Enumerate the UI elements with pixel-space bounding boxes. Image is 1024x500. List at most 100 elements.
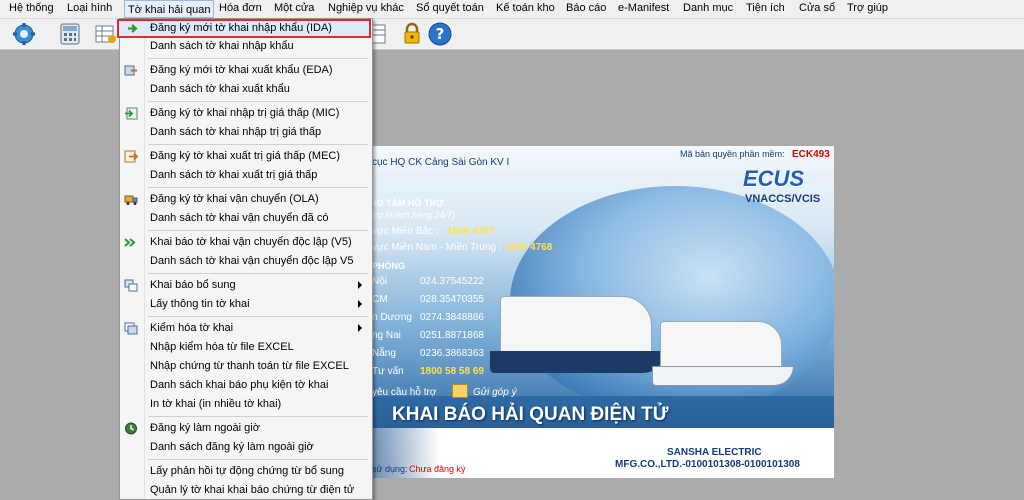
double-arrow-icon — [124, 236, 138, 249]
svg-text:?: ? — [436, 25, 445, 43]
separator — [148, 273, 368, 274]
menu-item-lay-thong-tin[interactable]: Lấy thông tin tờ khai — [120, 295, 372, 314]
separator — [148, 58, 368, 59]
license-code: ECK493 — [792, 149, 830, 160]
separator — [148, 144, 368, 145]
menu-item-v5[interactable]: Khai báo tờ khai vận chuyển độc lập (V5) — [120, 233, 372, 252]
company-name: SANSHA ELECTRIC — [667, 447, 762, 458]
calculator-icon[interactable] — [58, 22, 82, 46]
export-low-icon — [124, 150, 139, 163]
support-title: NG TÂM HỖ TRỢ — [370, 198, 444, 208]
menu-item-chung-tu-dien-tu[interactable]: Quản lý tờ khai khai báo chứng từ điện t… — [120, 481, 372, 500]
banner-title: KHAI BÁO HẢI QUAN ĐIỆN TỬ — [392, 404, 669, 425]
menu-item-phan-hoi-tu-dong[interactable]: Lấy phản hồi tự động chứng từ bổ sung — [120, 462, 372, 481]
splash-screen: cục HQ CK Cảng Sài Gòn KV I Mã bản quyền… — [340, 146, 834, 478]
ship-hull — [652, 366, 794, 386]
clock-icon — [124, 422, 138, 435]
menu-tien-ich[interactable]: Tiện ích — [746, 2, 785, 14]
menu-danh-muc[interactable]: Danh mục — [683, 2, 733, 14]
menu-cua-so[interactable]: Cửa sổ — [799, 2, 835, 14]
submenu-arrow-icon — [358, 281, 362, 289]
separator — [148, 416, 368, 417]
offices-title: PHÒNG — [372, 261, 406, 271]
menu-item-eda-list[interactable]: Danh sách tờ khai xuất khẩu — [120, 80, 372, 99]
menu-item-phu-kien[interactable]: Danh sách khai báo phụ kiện tờ khai — [120, 376, 372, 395]
menu-tro-giup[interactable]: Trợ giúp — [847, 2, 888, 14]
separator — [148, 101, 368, 102]
separator — [148, 230, 368, 231]
submenu-arrow-icon — [358, 300, 362, 308]
status-value: Chưa đăng ký — [409, 464, 466, 474]
company-tax-code: MFG.CO.,LTD.-0100101308-0100101308 — [615, 459, 800, 470]
menu-ke-toan-kho[interactable]: Kế toán kho — [496, 2, 555, 14]
menu-item-lam-ngoai-gio[interactable]: Đăng ký làm ngoài giờ — [120, 419, 372, 438]
cruise-ship-image — [660, 321, 782, 368]
status-label: sử dụng: — [372, 464, 408, 474]
menu-item-lam-ngoai-gio-list[interactable]: Danh sách đăng ký làm ngoài giờ — [120, 438, 372, 457]
inspect-icon — [124, 322, 138, 335]
request-support-link[interactable]: yêu cầu hỗ trợ — [372, 387, 436, 398]
north-phone: 1900 4767 — [447, 226, 495, 237]
menu-item-mec-list[interactable]: Danh sách tờ khai xuất trị giá thấp — [120, 166, 372, 185]
north-label: vực Miền Bắc : — [372, 226, 439, 237]
office-name: Nội — [372, 276, 388, 287]
office-phone: 024.37545222 — [420, 276, 484, 287]
separator — [148, 459, 368, 460]
separator — [148, 187, 368, 188]
south-phone: 1900 4768 — [505, 242, 553, 253]
lock-icon[interactable] — [400, 22, 424, 46]
menu-hoa-don[interactable]: Hóa đơn — [219, 2, 262, 14]
supplement-icon — [124, 279, 138, 292]
menu-item-ola-list[interactable]: Danh sách tờ khai vận chuyển đã có — [120, 209, 372, 228]
menu-item-mic[interactable]: Đăng ký tờ khai nhập trị giá thấp (MIC) — [120, 104, 372, 123]
office-phone: 1800 58 58 69 — [420, 366, 484, 377]
menu-item-ida-list[interactable]: Danh sách tờ khai nhập khẩu — [120, 37, 372, 56]
submenu-arrow-icon — [358, 324, 362, 332]
office-phone: 0274.3848886 — [420, 312, 484, 323]
menu-item-v5-list[interactable]: Danh sách tờ khai vận chuyển độc lập V5 — [120, 252, 372, 271]
green-arrow-icon — [126, 22, 140, 35]
agency-name: cục HQ CK Cảng Sài Gòn KV I — [372, 157, 510, 168]
menu-item-mec[interactable]: Đăng ký tờ khai xuất trị giá thấp (MEC) — [120, 147, 372, 166]
gear-icon[interactable] — [12, 22, 36, 46]
south-label: vực Miền Nam - Miền Trung : — [372, 242, 502, 253]
separator — [148, 316, 368, 317]
menu-item-in-to-khai[interactable]: In tờ khai (in nhiều tờ khai) — [120, 395, 372, 414]
feedback-link[interactable]: Gửi góp ý — [473, 387, 517, 398]
menu-item-mic-list[interactable]: Danh sách tờ khai nhập trị giá thấp — [120, 123, 372, 142]
export-icon — [124, 64, 138, 77]
cruise-ship-image — [500, 296, 652, 353]
menu-bar: Hệ thống Loại hình Tờ khai hải quan Hóa … — [0, 0, 1024, 19]
office-name: CM — [372, 294, 388, 305]
menu-e-manifest[interactable]: e-Manifest — [618, 2, 669, 14]
mail-icon — [452, 384, 468, 398]
office-name: ng Nai — [372, 330, 401, 341]
menu-item-nhap-kiem-hoa-excel[interactable]: Nhập kiểm hóa từ file EXCEL — [120, 338, 372, 357]
menu-to-khai-hai-quan[interactable]: Tờ khai hải quan — [124, 0, 215, 18]
menu-nghiep-vu-khac[interactable]: Nghiệp vụ khác — [328, 2, 404, 14]
menu-he-thong[interactable]: Hệ thống — [9, 2, 54, 14]
help-icon[interactable]: ? — [428, 22, 452, 46]
office-name: Nẵng — [372, 348, 396, 359]
office-phone: 028.35470355 — [420, 294, 484, 305]
ecus-logo: ECUS — [743, 166, 805, 191]
table-icon[interactable] — [94, 22, 118, 46]
office-name: n Dương — [372, 312, 412, 323]
menu-item-nhap-chung-tu-excel[interactable]: Nhập chứng từ thanh toán từ file EXCEL — [120, 357, 372, 376]
ship-hull — [490, 351, 665, 373]
menu-loai-hinh[interactable]: Loại hình — [67, 2, 112, 14]
menu-so-quyet-toan[interactable]: Sổ quyết toán — [416, 2, 484, 14]
menu-item-khai-bao-bo-sung[interactable]: Khai báo bổ sung — [120, 276, 372, 295]
menu-item-kiem-hoa[interactable]: Kiểm hóa tờ khai — [120, 319, 372, 338]
office-phone: 0236.3868363 — [420, 348, 484, 359]
menu-bao-cao[interactable]: Báo cáo — [566, 2, 606, 14]
office-phone: 0251.8871868 — [420, 330, 484, 341]
truck-icon — [124, 193, 138, 206]
support-subtitle: trợ khách hàng 24/7) — [372, 210, 455, 220]
brand-subtitle: VNACCS/VCIS — [745, 193, 821, 205]
menu-item-ida[interactable]: Đăng ký mới tờ khai nhập khẩu (IDA) — [117, 19, 371, 38]
menu-mot-cua[interactable]: Một cửa — [274, 2, 314, 14]
license-label: Mã bản quyền phần mềm: — [680, 149, 785, 159]
menu-item-eda[interactable]: Đăng ký mới tờ khai xuất khẩu (EDA) — [120, 61, 372, 80]
menu-item-ola[interactable]: Đăng ký tờ khai vận chuyển (OLA) — [120, 190, 372, 209]
